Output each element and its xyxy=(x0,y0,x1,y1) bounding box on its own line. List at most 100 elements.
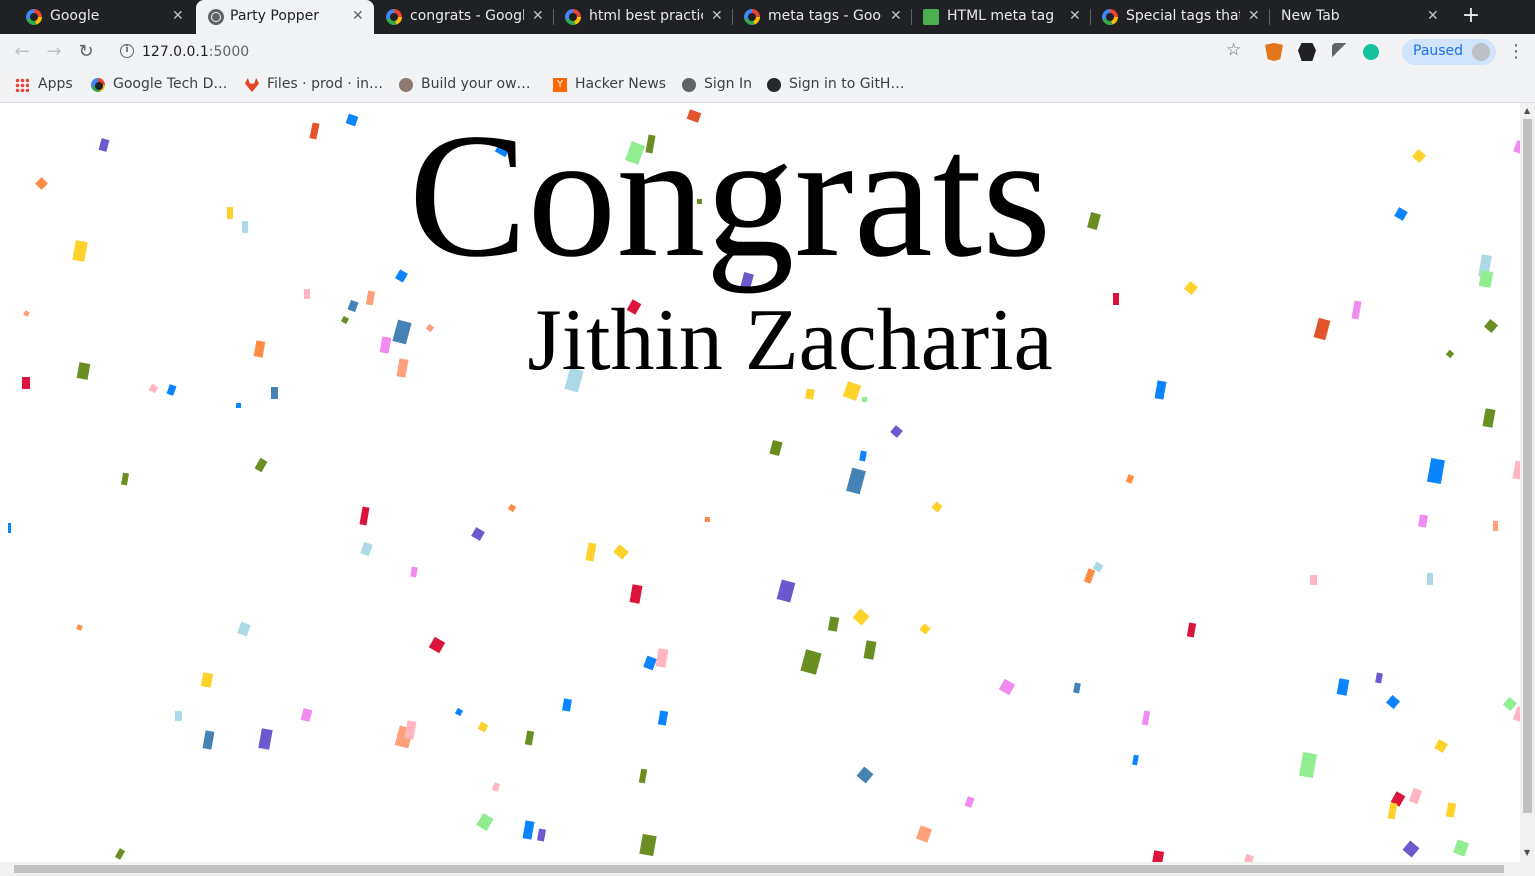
confetti-piece xyxy=(476,812,494,832)
confetti-piece xyxy=(8,523,11,533)
profile-button[interactable]: Paused xyxy=(1402,39,1496,65)
avatar-icon xyxy=(399,78,413,92)
confetti-piece xyxy=(258,728,273,750)
confetti-piece xyxy=(846,467,866,495)
tab-html-best-practices[interactable]: html best practic ✕ xyxy=(553,0,731,34)
tab-html-meta-tag[interactable]: HTML meta tag ✕ xyxy=(911,0,1089,34)
confetti-piece xyxy=(1512,460,1520,480)
confetti-piece xyxy=(175,711,182,721)
confetti-piece xyxy=(827,616,840,632)
url-host: 127.0.0.1 xyxy=(142,44,209,60)
back-button[interactable]: ← xyxy=(10,41,34,63)
tab-strip: Google ✕ Party Popper ✕ congrats - Googl… xyxy=(0,0,1535,34)
bookmark-sign-in[interactable]: Sign In xyxy=(682,76,762,96)
confetti-piece xyxy=(522,820,535,840)
close-icon[interactable]: ✕ xyxy=(711,8,723,24)
confetti-piece xyxy=(1186,622,1197,638)
tab-meta-tags-search[interactable]: meta tags - Goog ✕ xyxy=(732,0,910,34)
tab-new-tab[interactable]: New Tab ✕ xyxy=(1269,0,1447,34)
confetti-piece xyxy=(915,825,933,843)
confetti-piece xyxy=(236,403,241,408)
confetti-piece xyxy=(657,710,669,726)
bookmark-files-prod[interactable]: Files · prod · in… xyxy=(245,76,385,96)
metamask-extension-icon[interactable] xyxy=(1265,43,1283,61)
confetti-piece xyxy=(1336,678,1350,696)
close-icon[interactable]: ✕ xyxy=(352,8,364,24)
scroll-up-icon[interactable]: ▲ xyxy=(1524,106,1530,115)
vertical-scrollbar[interactable]: ▲ ▼ xyxy=(1520,103,1535,862)
tab-google[interactable]: Google ✕ xyxy=(0,0,196,34)
url-port: :5000 xyxy=(208,44,250,60)
confetti-piece xyxy=(1402,840,1420,858)
bookmark-hacker-news[interactable]: Y Hacker News xyxy=(553,76,673,96)
confetti-piece xyxy=(998,678,1016,696)
bookmark-github-sign-in[interactable]: Sign in to GitH… xyxy=(767,76,917,96)
bookmark-label: Hacker News xyxy=(575,76,667,92)
bookmark-google-tech[interactable]: Google Tech D… xyxy=(91,76,231,96)
page-title: Congrats xyxy=(408,103,1052,294)
confetti-piece xyxy=(76,624,83,631)
tab-title: congrats - Googl xyxy=(410,8,524,24)
globe-icon xyxy=(682,78,696,92)
horizontal-scrollbar[interactable] xyxy=(0,862,1535,876)
confetti-piece xyxy=(643,655,657,671)
tab-special-tags[interactable]: Special tags that ✕ xyxy=(1090,0,1268,34)
confetti-piece xyxy=(931,501,943,513)
reload-button[interactable]: ↻ xyxy=(74,41,98,63)
confetti-piece xyxy=(1083,568,1096,584)
close-icon[interactable]: ✕ xyxy=(1427,8,1439,24)
confetti-piece xyxy=(524,730,535,746)
bookmark-label: Files · prod · in… xyxy=(267,76,383,92)
globe-icon xyxy=(208,9,224,25)
confetti-piece xyxy=(859,450,867,462)
confetti-piece xyxy=(1151,850,1165,862)
confetti-piece xyxy=(1375,672,1383,684)
confetti-piece xyxy=(890,425,903,438)
confetti-piece xyxy=(639,833,657,857)
google-icon xyxy=(565,9,581,25)
confetti-piece xyxy=(1418,514,1428,528)
confetti-piece xyxy=(856,766,874,784)
confetti-piece xyxy=(629,584,643,604)
grammarly-extension-icon[interactable] xyxy=(1363,44,1379,60)
tab-title: html best practic xyxy=(589,8,703,24)
eyedropper-extension-icon[interactable] xyxy=(1332,43,1350,61)
bookmark-build-your-own[interactable]: Build your ow… xyxy=(399,76,539,96)
confetti-piece xyxy=(638,768,648,784)
chrome-menu-icon[interactable]: ⋮ xyxy=(1507,41,1525,62)
confetti-piece xyxy=(1408,787,1423,805)
close-icon[interactable]: ✕ xyxy=(532,8,544,24)
forward-button[interactable]: → xyxy=(42,41,66,63)
confetti-piece xyxy=(237,621,251,637)
confetti-piece xyxy=(1132,754,1139,766)
address-bar[interactable]: i 127.0.0.1:5000 xyxy=(108,37,1254,67)
info-icon[interactable]: i xyxy=(120,44,134,58)
confetti-piece xyxy=(300,708,313,722)
confetti-piece xyxy=(1452,839,1470,857)
confetti-piece xyxy=(1502,696,1518,712)
github-icon xyxy=(767,78,781,92)
horizontal-scroll-thumb[interactable] xyxy=(14,865,1504,873)
confetti-piece xyxy=(1482,408,1496,428)
google-icon xyxy=(1102,9,1118,25)
confetti-piece xyxy=(1493,521,1498,531)
close-icon[interactable]: ✕ xyxy=(1248,8,1260,24)
confetti-piece xyxy=(964,796,975,808)
bookmark-apps[interactable]: Apps xyxy=(15,76,75,96)
google-icon xyxy=(91,78,105,92)
confetti-piece xyxy=(1445,802,1457,818)
bookmark-star-icon[interactable]: ☆ xyxy=(1226,40,1241,60)
close-icon[interactable]: ✕ xyxy=(890,8,902,24)
close-icon[interactable]: ✕ xyxy=(172,8,184,24)
confetti-piece xyxy=(1310,575,1317,585)
bookmark-label: Apps xyxy=(38,76,73,92)
confetti-piece xyxy=(200,672,214,688)
bookmark-label: Google Tech D… xyxy=(113,76,228,92)
scroll-down-icon[interactable]: ▼ xyxy=(1524,848,1530,857)
close-icon[interactable]: ✕ xyxy=(1069,8,1081,24)
new-tab-button[interactable]: + xyxy=(1458,4,1484,30)
vertical-scroll-thumb[interactable] xyxy=(1523,119,1532,813)
tab-party-popper[interactable]: Party Popper ✕ xyxy=(196,0,374,34)
avatar xyxy=(1472,43,1490,61)
tab-congrats-search[interactable]: congrats - Googl ✕ xyxy=(374,0,552,34)
